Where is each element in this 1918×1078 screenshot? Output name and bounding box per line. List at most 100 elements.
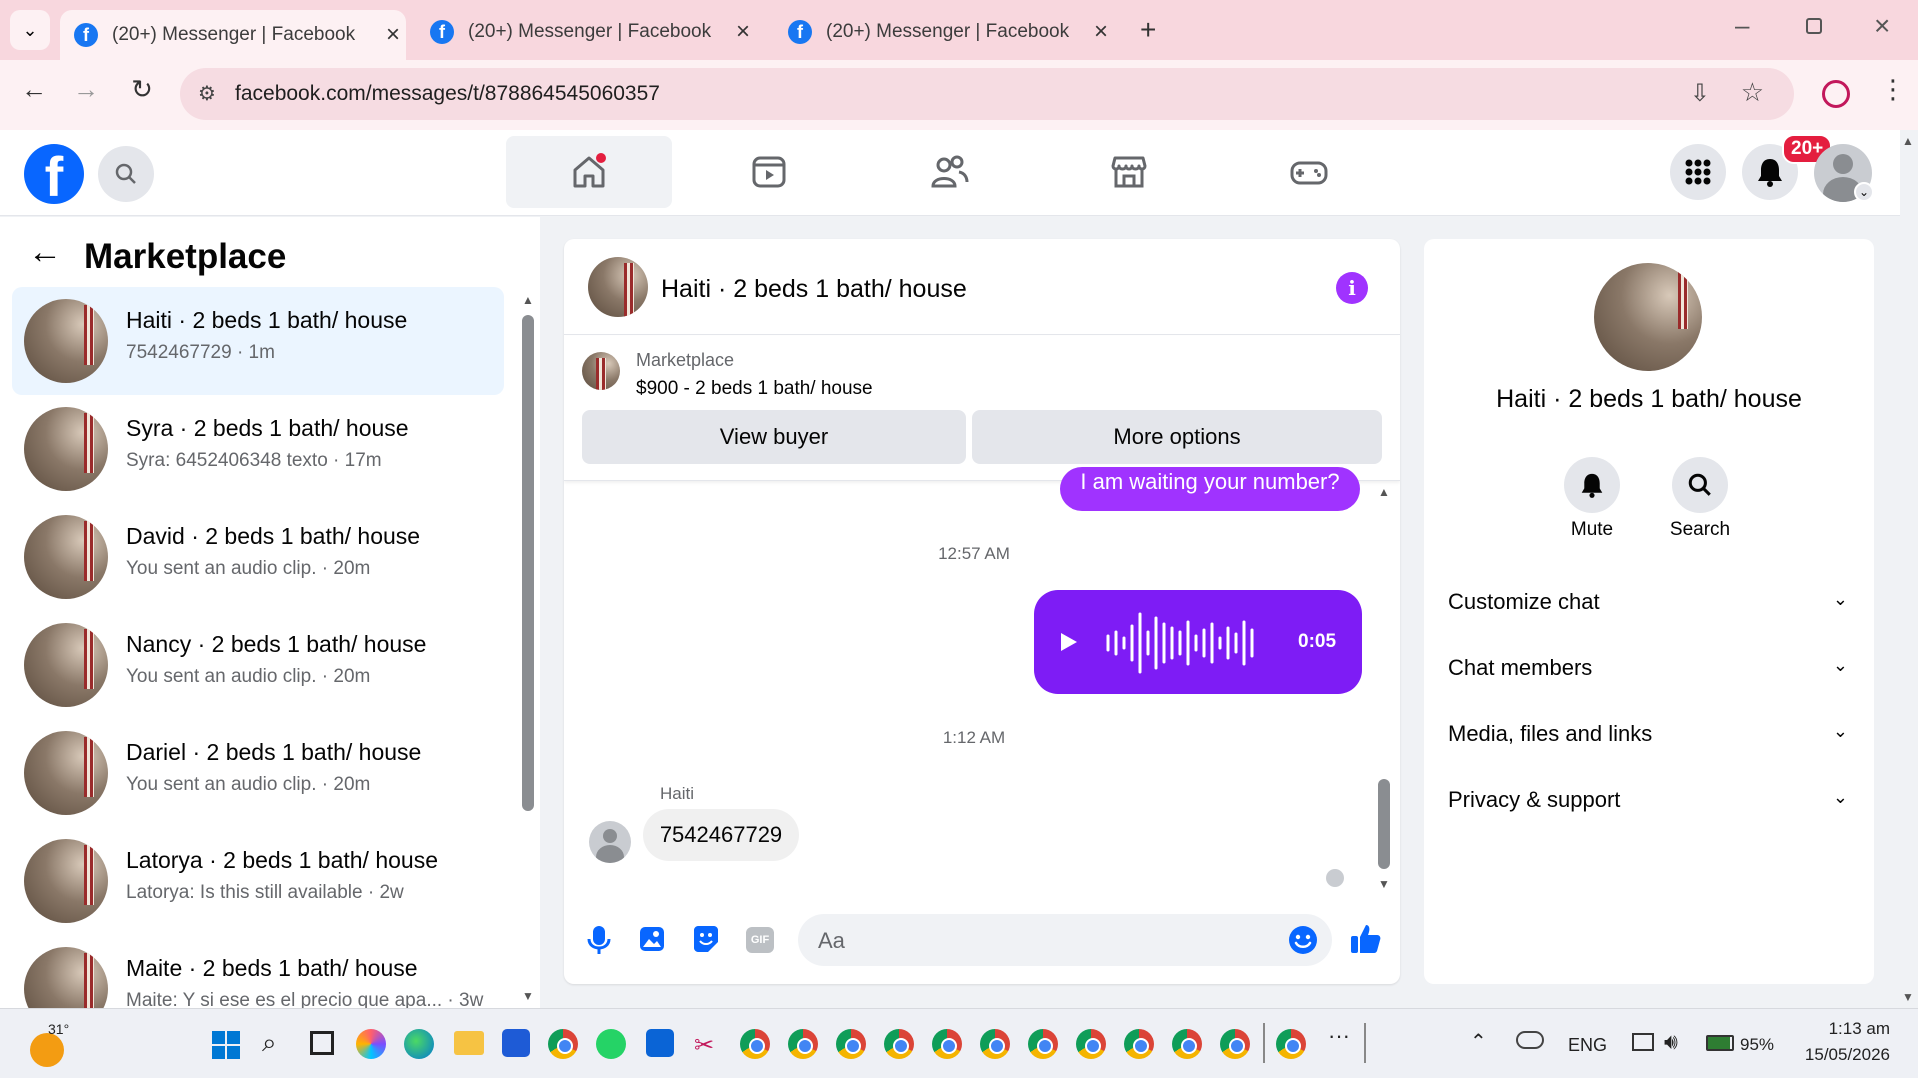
battery-icon[interactable]	[1706, 1035, 1734, 1051]
search-conversation-button[interactable]	[1672, 457, 1728, 513]
outgoing-message-bubble[interactable]: I am waiting your number?	[1060, 467, 1360, 511]
task-view-icon[interactable]	[310, 1031, 334, 1055]
close-tab-icon[interactable]: ×	[386, 21, 400, 49]
close-window-button[interactable]: ×	[1874, 10, 1890, 42]
browser-tab-1[interactable]: f (20+) Messenger | Facebook ×	[60, 10, 406, 60]
media-files-links-section[interactable]: Media, files and links ⌄	[1448, 721, 1848, 747]
view-buyer-button[interactable]: View buyer	[582, 410, 966, 464]
taskbar-search-icon[interactable]: ⌕	[262, 1027, 277, 1059]
windows-start-icon[interactable]	[212, 1031, 240, 1059]
chat-title[interactable]: Haiti · 2 beds 1 bath/ house	[661, 275, 967, 304]
nav-marketplace[interactable]	[1046, 136, 1212, 208]
tab-search-button[interactable]: ⌄	[10, 10, 50, 50]
menu-button[interactable]	[1670, 144, 1726, 200]
page-scroll-down-arrow[interactable]: ▼	[1902, 990, 1914, 1004]
onedrive-icon[interactable]	[1516, 1031, 1544, 1049]
browser-tab-2[interactable]: f (20+) Messenger | Facebook ×	[416, 10, 756, 54]
restore-button[interactable]	[1806, 18, 1822, 34]
conversation-item[interactable]: Latorya · 2 beds 1 bath/ house Latorya: …	[12, 827, 504, 935]
copilot-icon[interactable]	[356, 1029, 386, 1059]
chat-scroll-down-arrow[interactable]: ▼	[1378, 877, 1390, 891]
search-button[interactable]	[98, 146, 154, 202]
incoming-message-bubble[interactable]: 7542467729	[643, 809, 799, 861]
profile-icon[interactable]	[1822, 80, 1850, 108]
install-app-icon[interactable]: ⇩	[1690, 79, 1710, 108]
outlook-icon[interactable]	[646, 1029, 674, 1057]
url-text[interactable]: facebook.com/messages/t/878864545060357	[235, 82, 660, 106]
chrome-icon[interactable]	[1172, 1029, 1202, 1059]
close-tab-icon[interactable]: ×	[1094, 18, 1108, 46]
more-options-button[interactable]: More options	[972, 410, 1382, 464]
chrome-icon[interactable]	[740, 1029, 770, 1059]
scroll-down-arrow[interactable]: ▼	[522, 989, 534, 1003]
customize-chat-section[interactable]: Customize chat ⌄	[1448, 589, 1848, 615]
nav-gaming[interactable]	[1226, 136, 1392, 208]
conversation-list-scrollbar[interactable]	[522, 315, 534, 811]
close-tab-icon[interactable]: ×	[736, 18, 750, 46]
chrome-icon[interactable]	[1220, 1029, 1250, 1059]
audio-message-bubble[interactable]: 0:05	[1034, 590, 1362, 694]
chrome-icon[interactable]	[836, 1029, 866, 1059]
scroll-up-arrow[interactable]: ▲	[522, 293, 534, 307]
language-indicator[interactable]: ENG	[1568, 1035, 1607, 1056]
chrome-icon[interactable]	[932, 1029, 962, 1059]
store-icon[interactable]	[502, 1029, 530, 1057]
conversation-item[interactable]: Nancy · 2 beds 1 bath/ house You sent an…	[12, 611, 504, 719]
file-explorer-icon[interactable]	[454, 1031, 484, 1055]
conversation-item[interactable]: Haiti · 2 beds 1 bath/ house 7542467729 …	[12, 287, 504, 395]
browser-tab-3[interactable]: f (20+) Messenger | Facebook ×	[774, 10, 1114, 54]
chrome-icon[interactable]	[1276, 1029, 1306, 1059]
tray-chevron-up-icon[interactable]: ⌃	[1470, 1029, 1487, 1054]
chrome-icon[interactable]	[788, 1029, 818, 1059]
whatsapp-icon[interactable]	[596, 1029, 626, 1059]
sender-avatar[interactable]	[589, 821, 631, 863]
volume-icon[interactable]: 🔊︎	[1664, 1029, 1678, 1055]
chat-scrollbar[interactable]	[1378, 779, 1390, 869]
chat-members-section[interactable]: Chat members ⌄	[1448, 655, 1848, 681]
new-tab-button[interactable]: +	[1140, 14, 1156, 46]
message-input[interactable]: Aa	[798, 914, 1332, 966]
snipping-tool-icon[interactable]: ✂	[694, 1031, 714, 1060]
conversation-item[interactable]: David · 2 beds 1 bath/ house You sent an…	[12, 503, 504, 611]
facebook-logo-icon[interactable]: f	[24, 144, 84, 204]
page-scroll-up-arrow[interactable]: ▲	[1902, 134, 1914, 148]
chat-scroll-up-arrow[interactable]: ▲	[1378, 485, 1390, 499]
like-thumb-icon[interactable]	[1350, 923, 1382, 955]
chrome-icon[interactable]	[1028, 1029, 1058, 1059]
reload-button[interactable]: ↻	[122, 74, 162, 105]
sticker-icon[interactable]	[691, 925, 721, 953]
photo-icon[interactable]	[638, 925, 666, 953]
mute-button[interactable]	[1564, 457, 1620, 513]
privacy-support-section[interactable]: Privacy & support ⌄	[1448, 787, 1848, 813]
address-bar[interactable]: ⚙ facebook.com/messages/t/87886454506035…	[180, 68, 1794, 120]
conversation-item[interactable]: Dariel · 2 beds 1 bath/ house You sent a…	[12, 719, 504, 827]
chat-avatar[interactable]	[588, 257, 648, 317]
forward-button[interactable]: →	[66, 74, 106, 105]
network-icon[interactable]	[1632, 1033, 1654, 1051]
chrome-icon[interactable]	[1124, 1029, 1154, 1059]
chat-info-avatar[interactable]	[1594, 263, 1702, 371]
clock-date[interactable]: 15/05/2026	[1780, 1045, 1890, 1065]
back-button[interactable]: ←	[14, 74, 54, 105]
conversation-item[interactable]: Maite · 2 beds 1 bath/ house Maite: Y si…	[12, 935, 504, 1008]
nav-home[interactable]	[506, 136, 672, 208]
browser-menu-icon[interactable]: ⋮	[1880, 74, 1906, 105]
account-chevron-icon[interactable]: ⌄	[1854, 182, 1874, 202]
chrome-icon[interactable]	[884, 1029, 914, 1059]
conversation-item[interactable]: Syra · 2 beds 1 bath/ house Syra: 645240…	[12, 395, 504, 503]
weather-icon[interactable]	[30, 1033, 64, 1067]
clock-time[interactable]: 1:13 am	[1780, 1019, 1890, 1039]
site-info-icon[interactable]: ⚙	[198, 81, 216, 106]
minimize-button[interactable]: –	[1735, 10, 1749, 41]
bookmark-star-icon[interactable]: ☆	[1741, 77, 1764, 108]
chrome-icon[interactable]	[1076, 1029, 1106, 1059]
nav-watch[interactable]	[686, 136, 852, 208]
gif-icon[interactable]: GIF	[746, 927, 774, 953]
edge-icon[interactable]	[404, 1029, 434, 1059]
play-icon[interactable]	[1056, 630, 1080, 654]
chrome-icon[interactable]	[548, 1029, 578, 1059]
nav-friends[interactable]	[866, 136, 1032, 208]
more-apps-icon[interactable]: ···	[1328, 1023, 1350, 1049]
back-arrow-icon[interactable]: ←	[28, 233, 62, 272]
microphone-icon[interactable]	[586, 925, 612, 955]
